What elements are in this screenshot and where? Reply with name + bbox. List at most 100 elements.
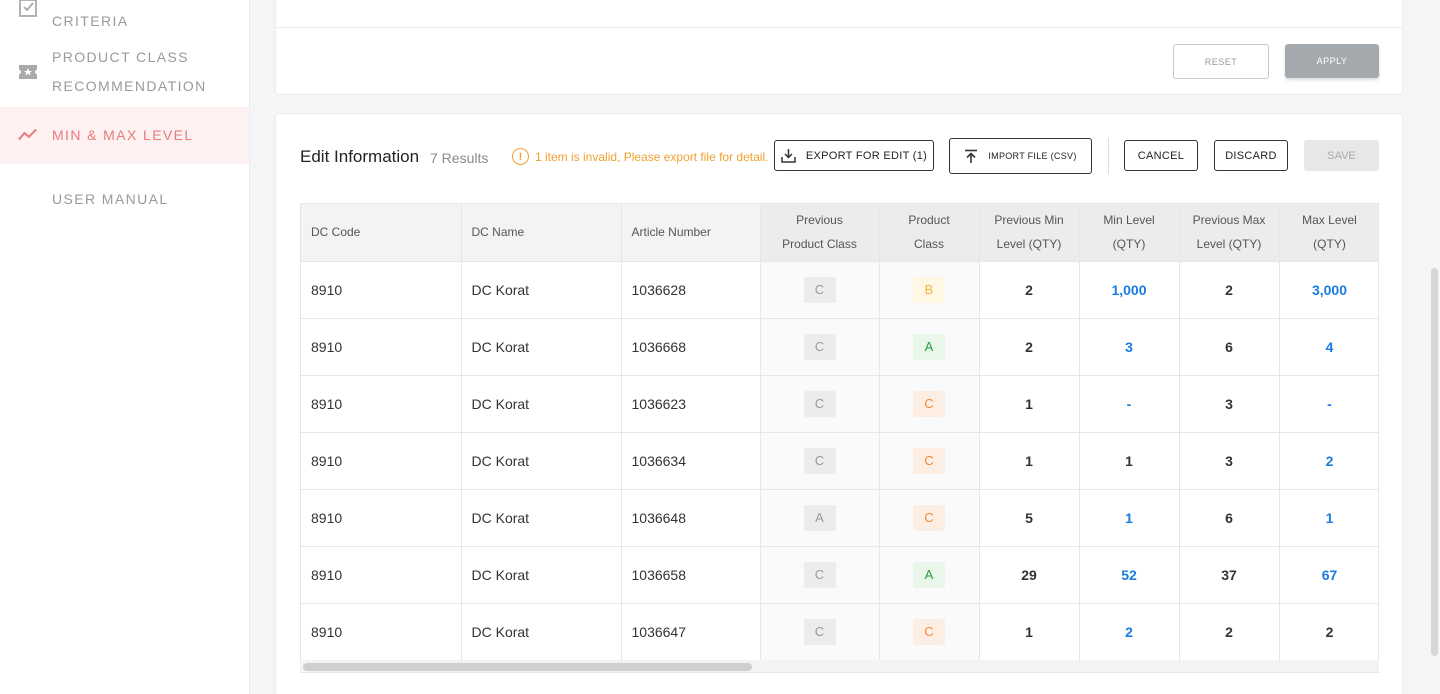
cell-max-level[interactable]: 4 [1279,317,1378,375]
sidebar-item-min-max-level[interactable]: MIN & MAX LEVEL [0,107,249,164]
cell-previous-product-class: C [760,602,880,660]
cancel-button[interactable]: CANCEL [1124,140,1198,171]
sidebar: CRITERIA PRODUCT CLASS RECOMMENDATION MI… [0,0,250,694]
cell-min-level[interactable]: 3 [1079,317,1180,375]
header-max-level[interactable]: Max Level (QTY) [1279,204,1378,261]
cell-previous-product-class: C [760,374,880,432]
table-row[interactable]: 8910 DC Korat 1036668 C A 2 3 6 4 [301,317,1378,375]
cell-max-level[interactable]: 3,000 [1279,260,1378,318]
cell-article-number: 1036658 [621,545,761,603]
class-badge: C [803,561,836,588]
table-row[interactable]: 8910 DC Korat 1036623 C C 1-3- [301,374,1378,432]
cell-product-class: B [879,260,980,318]
table-row[interactable]: 8910 DC Korat 1036658 C A 29 52 37 67 [301,545,1378,603]
cell-dc-name: DC Korat [461,602,622,660]
class-badge: A [913,333,945,360]
apply-button[interactable]: APPLY [1285,44,1379,78]
cell-dc-code: 8910 [301,431,462,489]
header-previous-max-level[interactable]: Previous Max Level (QTY) [1179,204,1280,261]
class-badge: C [913,618,945,645]
checkbox-icon [18,0,38,18]
cell-max-level[interactable]: 1 [1279,488,1378,546]
cell-article-number: 1036623 [621,374,761,432]
import-file-button[interactable]: IMPORT FILE (CSV) [949,138,1092,174]
ticket-star-icon [18,62,38,82]
header-line: (QTY) [1112,237,1146,252]
header-line: Product Class [782,237,857,252]
table-row[interactable]: 8910 DC Korat 1036628 C B 2 1,000 2 3,000 [301,260,1378,318]
cell-min-level[interactable]: 1,000 [1079,260,1180,318]
results-table: DC Code DC Name Article Number Previous P… [300,203,1379,673]
header-dc-code[interactable]: DC Code [301,204,462,261]
page-title: Edit Information [300,147,420,166]
cell-min-level[interactable]: 1 [1079,488,1180,546]
header-line: (QTY) [1313,237,1346,252]
header-previous-min-level[interactable]: Previous Min Level (QTY) [979,204,1080,261]
header-line: Previous Min [994,213,1064,228]
table-row[interactable]: 8910 DC Korat 1036634 C C 1 1 3 2 [301,431,1378,489]
cell-min-level[interactable]: - [1079,374,1180,432]
sidebar-item-user-manual[interactable]: USER MANUAL [0,178,249,222]
cell-previous-max-level: 37 [1179,545,1280,603]
sidebar-item-criteria[interactable]: CRITERIA [0,0,249,42]
table-row[interactable]: 8910 DC Korat 1036648 A C 5 1 6 1 [301,488,1378,546]
cell-article-number: 1036648 [621,488,761,546]
cell-product-class: C [879,488,980,546]
cell-min-level[interactable]: 1 [1079,431,1180,489]
horizontal-scrollbar[interactable] [300,660,1379,672]
divider [276,27,1402,28]
cell-max-level[interactable]: 2 [1279,602,1378,660]
vertical-scrollbar[interactable] [1428,0,1440,694]
header-line: Min Level [1103,213,1155,228]
export-for-edit-button[interactable]: EXPORT FOR EDIT (1) [774,140,934,171]
scrollbar-thumb[interactable] [303,663,752,671]
cell-dc-name: DC Korat [461,260,622,318]
header-article-number[interactable]: Article Number [621,204,761,261]
cell-previous-max-level: 6 [1179,488,1280,546]
cell-max-level[interactable]: 67 [1279,545,1378,603]
save-button[interactable]: SAVE [1304,140,1379,171]
cell-previous-max-level: 3 [1179,431,1280,489]
filter-panel: RESET APPLY [275,0,1403,95]
cell-previous-max-level: 3 [1179,374,1280,432]
class-badge: C [803,447,836,474]
header-line: Product [908,213,950,228]
cell-product-class: C [879,602,980,660]
sidebar-item-label: MIN & MAX LEVEL [52,127,194,143]
class-badge: C [803,276,836,303]
cell-max-level[interactable]: 2 [1279,431,1378,489]
reset-button[interactable]: RESET [1173,44,1269,79]
cell-product-class: A [879,317,980,375]
cell-dc-name: DC Korat [461,545,622,603]
cell-previous-min-level: 2 [979,317,1080,375]
cell-article-number: 1036647 [621,602,761,660]
table-row[interactable]: 8910 DC Korat 1036647 C C 1 2 2 2 [301,602,1378,660]
results-count: 7 Results [430,150,489,166]
cell-previous-min-level: 1 [979,374,1080,432]
cell-max-level[interactable]: - [1279,374,1378,432]
cell-min-level[interactable]: 2 [1079,602,1180,660]
toolbar-divider [1108,138,1109,174]
cell-dc-code: 8910 [301,260,462,318]
table-header-row: DC Code DC Name Article Number Previous P… [301,204,1378,261]
table-body: 8910 DC Korat 1036628 C B 2 1,000 2 3,000 8910 DC … [301,260,1378,660]
cell-min-level[interactable]: 52 [1079,545,1180,603]
export-label: EXPORT FOR EDIT (1) [805,149,928,162]
cell-article-number: 1036668 [621,317,761,375]
scrollbar-thumb[interactable] [1431,268,1438,656]
cell-product-class: C [879,431,980,489]
cell-previous-product-class: A [760,488,880,546]
header-dc-name[interactable]: DC Name [461,204,622,261]
header-line: Level (QTY) [1196,237,1262,252]
import-label: IMPORT FILE (CSV) [988,151,1077,161]
header-min-level[interactable]: Min Level (QTY) [1079,204,1180,261]
header-product-class[interactable]: Product Class [879,204,980,261]
discard-button[interactable]: DISCARD [1214,140,1288,171]
cell-previous-product-class: C [760,545,880,603]
class-badge: A [913,561,945,588]
class-badge: C [913,447,945,474]
sidebar-item-product-class[interactable]: PRODUCT CLASS RECOMMENDATION [0,42,249,104]
header-previous-product-class[interactable]: Previous Product Class [760,204,880,261]
class-badge: C [803,618,836,645]
cell-product-class: A [879,545,980,603]
